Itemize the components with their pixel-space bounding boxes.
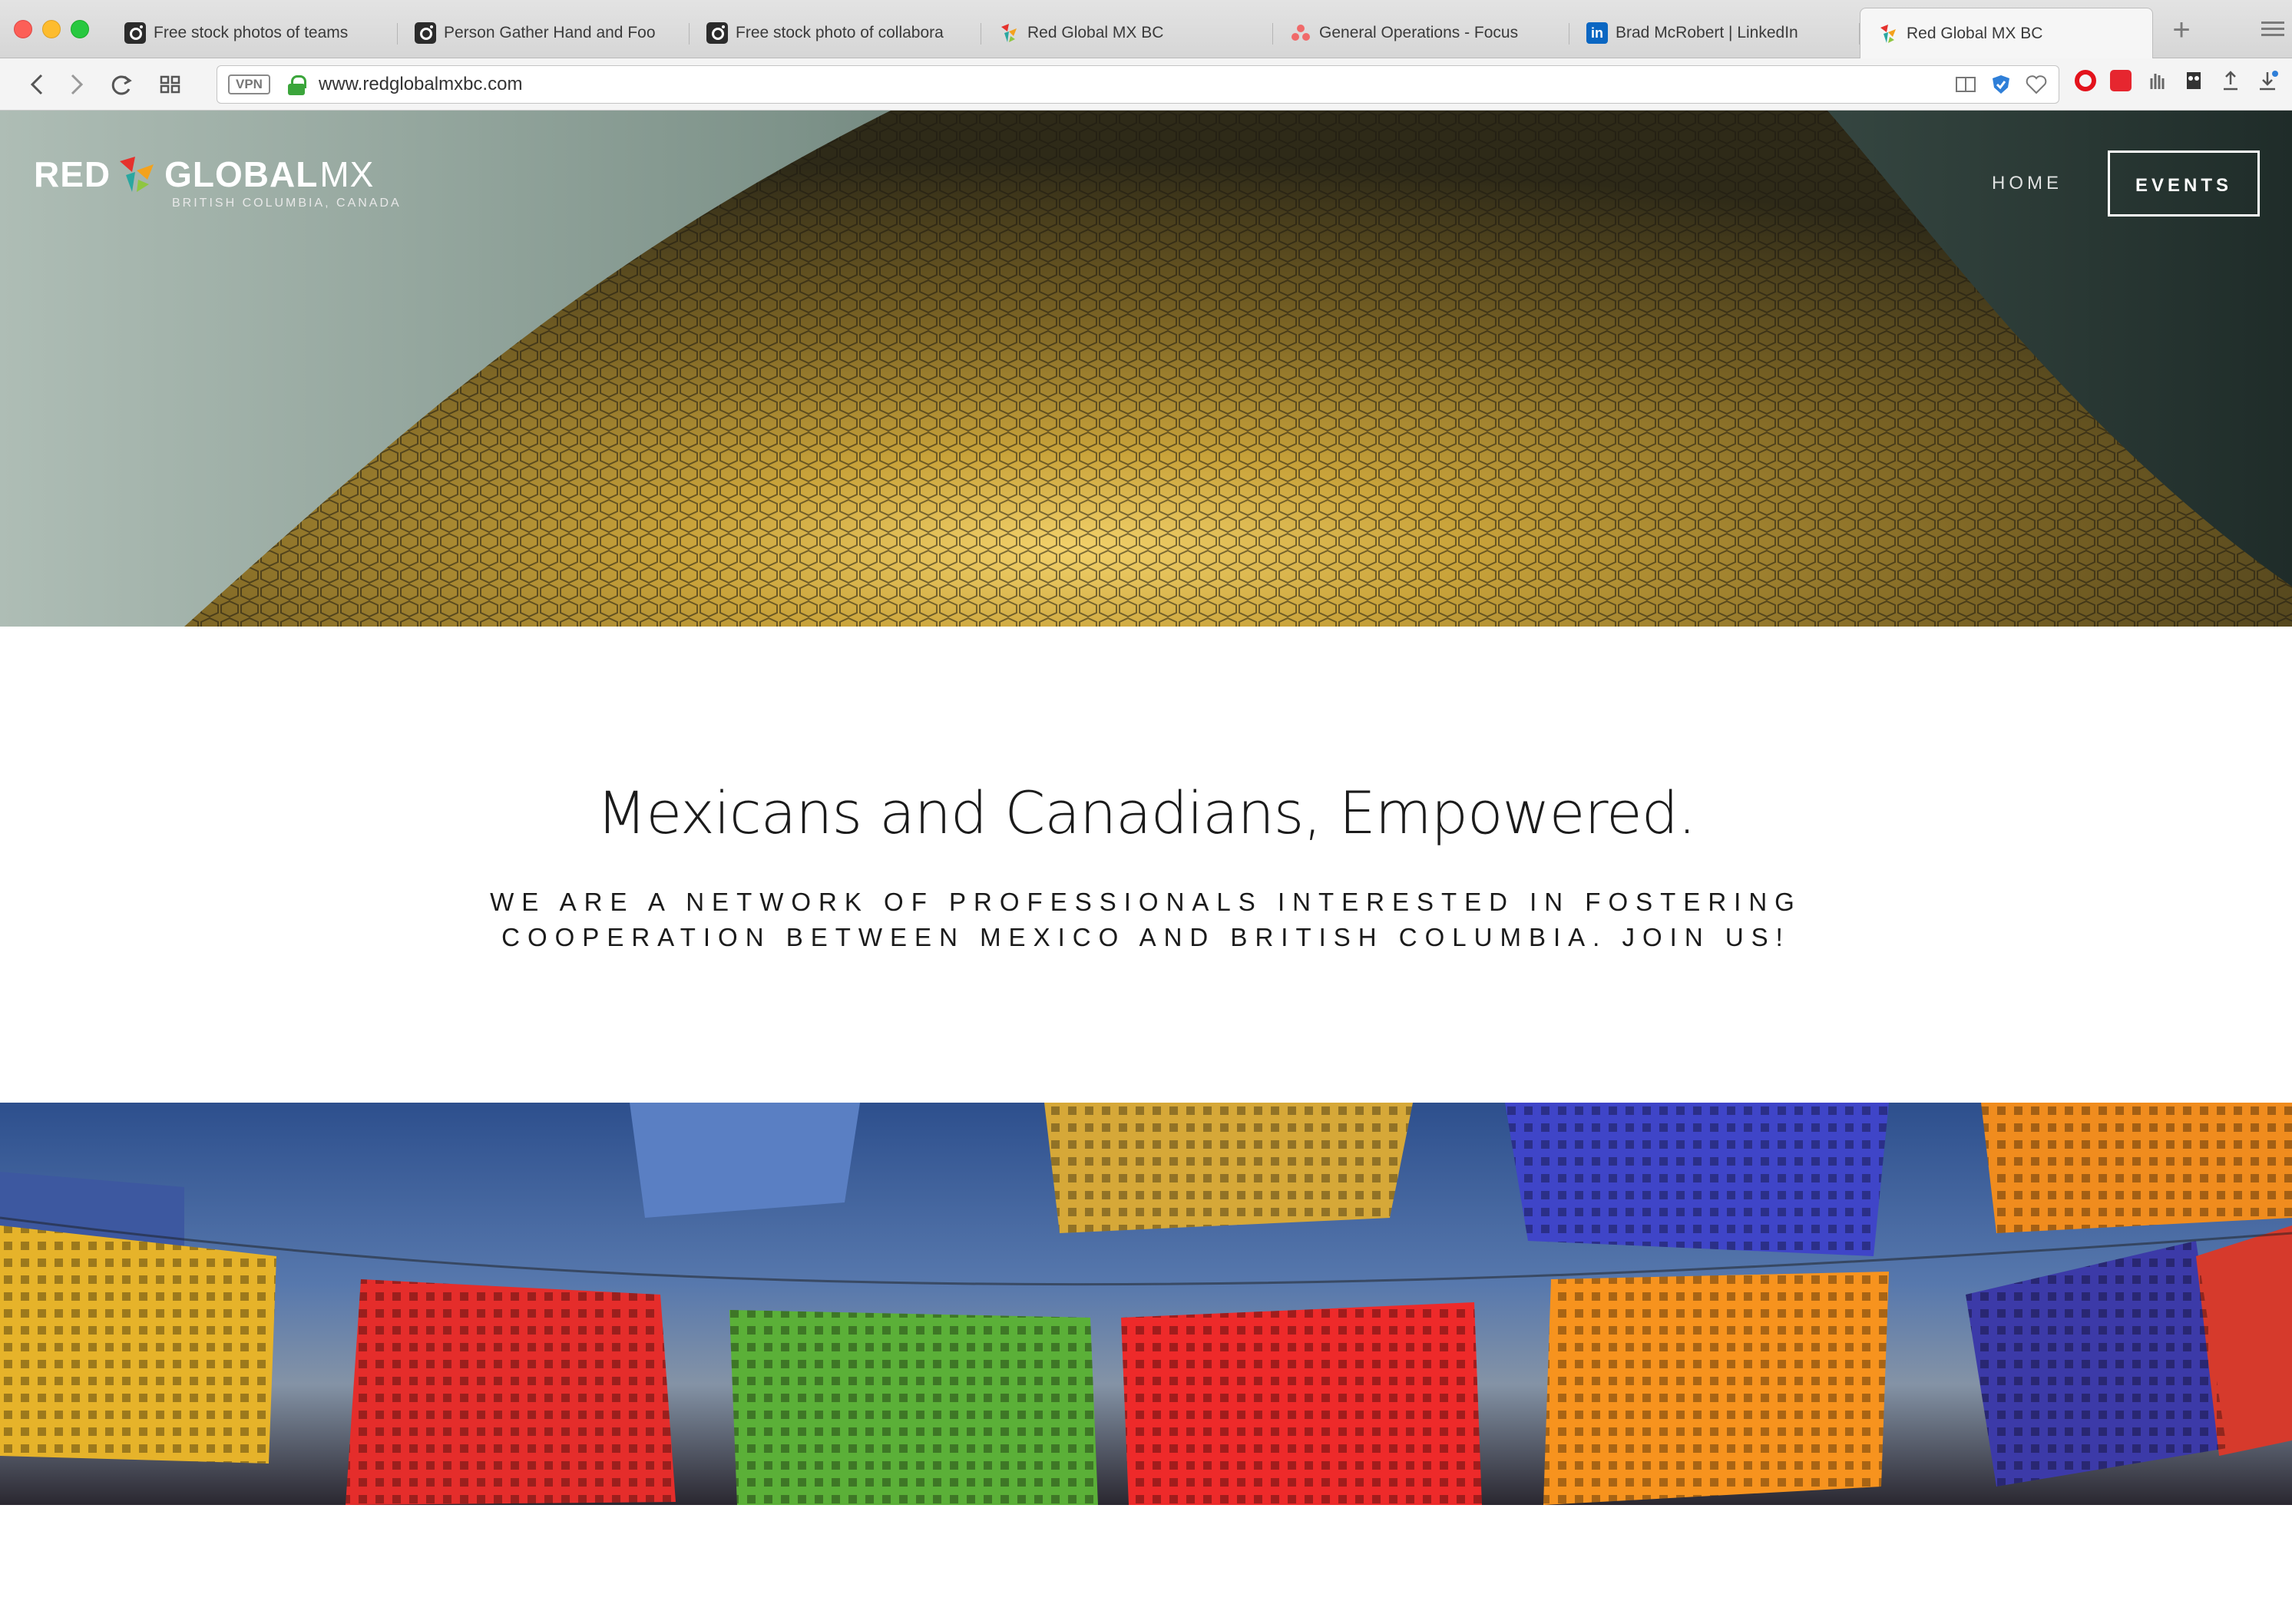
shield-icon[interactable] — [1989, 73, 2013, 96]
heart-icon[interactable] — [2025, 73, 2048, 96]
vpn-badge[interactable]: VPN — [228, 74, 270, 94]
asana-icon — [1290, 22, 1311, 44]
download-icon[interactable] — [2256, 69, 2279, 92]
browser-window: Free stock photos of teams Person Gather… — [0, 0, 2292, 1624]
tab-label: Free stock photo of collabora — [736, 24, 944, 41]
lock-icon[interactable] — [288, 75, 306, 95]
redglobal-icon — [998, 22, 1020, 44]
pocket-icon[interactable] — [2110, 70, 2132, 91]
tab-person-gather-hand[interactable]: Person Gather Hand and Foo — [398, 8, 690, 58]
chevron-right-icon — [71, 74, 84, 95]
tab-linkedin[interactable]: in Brad McRobert | LinkedIn — [1569, 8, 1860, 58]
tab-red-global-mx-bc[interactable]: Red Global MX BC — [981, 8, 1273, 58]
close-window-button[interactable] — [14, 20, 32, 38]
url-text[interactable]: www.redglobalmxbc.com — [319, 66, 522, 103]
site-logo[interactable]: RED GLOBAL MX BRITISH COLUMBIA, CANADA — [34, 154, 402, 215]
share-icon[interactable] — [2219, 69, 2242, 92]
nav-events-button[interactable]: EVENTS — [2108, 150, 2260, 217]
speed-dial-button[interactable] — [152, 66, 189, 103]
grid-icon — [160, 75, 180, 94]
page-headline: Mexicans and Canadians, Empowered. — [596, 779, 1696, 847]
opera-icon[interactable] — [2075, 70, 2096, 91]
reload-icon — [111, 75, 132, 95]
tab-red-global-mx-bc-active[interactable]: Red Global MX BC — [1860, 8, 2153, 58]
papel-picado-banner — [0, 1103, 2292, 1505]
forward-button[interactable] — [58, 66, 95, 103]
address-bar-actions — [1954, 73, 2048, 96]
linkedin-icon: in — [1586, 22, 1608, 44]
logo-global-text: GLOBAL — [164, 154, 319, 194]
tab-bar: Free stock photos of teams Person Gather… — [0, 0, 2292, 58]
tab-label: Brad McRobert | LinkedIn — [1616, 24, 1798, 41]
hand-icon[interactable] — [2145, 69, 2168, 92]
logo-mx-text: MX — [319, 154, 375, 194]
tab-free-stock-photos-teams[interactable]: Free stock photos of teams — [107, 8, 398, 58]
back-button[interactable] — [18, 66, 55, 103]
camera-icon — [415, 22, 436, 44]
fullscreen-window-button[interactable] — [71, 20, 89, 38]
logo-red-text: RED — [34, 154, 111, 194]
camera-icon — [124, 22, 146, 44]
camera-icon — [706, 22, 728, 44]
tab-label: Person Gather Hand and Foo — [444, 24, 656, 41]
tab-label: Red Global MX BC — [1027, 24, 1164, 41]
webpage: RED GLOBAL MX BRITISH COLUMBIA, CANADA H… — [0, 111, 2292, 1624]
owl-icon[interactable] — [2182, 69, 2205, 92]
browser-toolbar: VPN www.redglobalmxbc.com — [0, 58, 2292, 111]
tab-free-stock-photo-collaboration[interactable]: Free stock photo of collabora — [690, 8, 981, 58]
extension-toolbar — [2075, 69, 2279, 92]
logo-subtitle: BRITISH COLUMBIA, CANADA — [172, 197, 402, 210]
tab-label: Free stock photos of teams — [154, 24, 349, 41]
logo-butterfly-icon — [114, 155, 158, 193]
tab-general-operations[interactable]: General Operations - Focus — [1273, 8, 1569, 58]
redglobal-icon — [1877, 23, 1899, 45]
hero-banner: RED GLOBAL MX BRITISH COLUMBIA, CANADA H… — [0, 111, 2292, 627]
reader-mode-icon[interactable] — [1954, 73, 1977, 96]
nav-home-link[interactable]: HOME — [1992, 150, 2062, 217]
papel-picado-image — [0, 1103, 2292, 1505]
tab-menu-icon[interactable] — [2261, 21, 2284, 38]
new-tab-button[interactable]: + — [2162, 11, 2201, 49]
reload-button[interactable] — [103, 66, 140, 103]
tab-label: General Operations - Focus — [1319, 24, 1519, 41]
address-bar[interactable]: VPN www.redglobalmxbc.com — [217, 65, 2059, 104]
tab-label: Red Global MX BC — [1907, 24, 2043, 42]
minimize-window-button[interactable] — [42, 20, 61, 38]
chevron-left-icon — [30, 74, 43, 95]
page-tagline: WE ARE A NETWORK OF PROFESSIONALS INTERE… — [490, 888, 1802, 951]
